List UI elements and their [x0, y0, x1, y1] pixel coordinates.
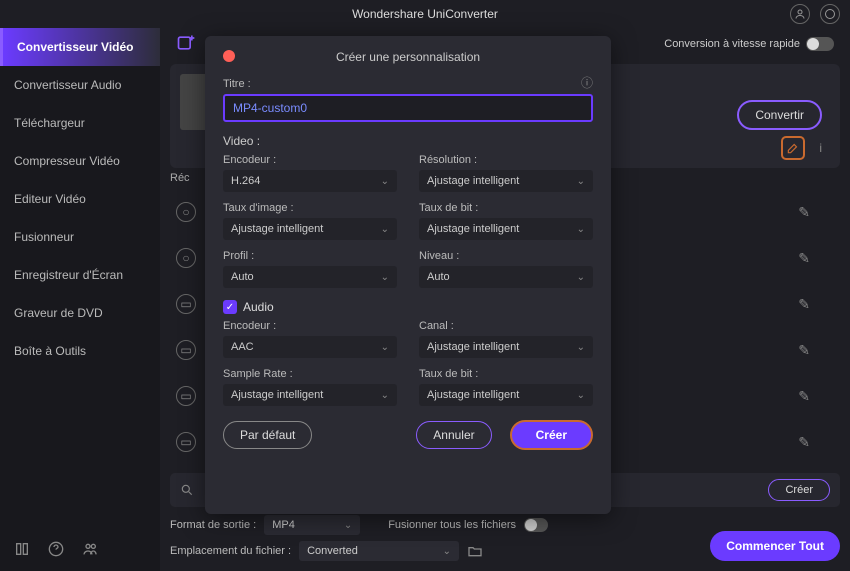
row-icon-6[interactable]: ▭ [176, 432, 196, 452]
start-all-button[interactable]: Commencer Tout [710, 531, 840, 561]
account-icon[interactable] [790, 4, 810, 24]
format-label: Format de sortie : [170, 519, 256, 531]
row-edit-3[interactable]: ✎ [798, 296, 810, 313]
sidebar-item-toolbox[interactable]: Boîte à Outils [0, 332, 160, 370]
row-icon-5[interactable]: ▭ [176, 386, 196, 406]
niveau-label: Niveau : [419, 250, 593, 262]
close-icon[interactable] [223, 50, 235, 62]
sidebar-item-compressor[interactable]: Compresseur Vidéo [0, 142, 160, 180]
guide-icon[interactable] [14, 541, 30, 557]
open-folder-icon[interactable] [467, 543, 483, 559]
sidebar: Convertisseur Vidéo Convertisseur Audio … [0, 28, 160, 571]
encoder-select[interactable]: H.264 [223, 170, 397, 192]
sidebar-item-audio-converter[interactable]: Convertisseur Audio [0, 66, 160, 104]
search-icon[interactable] [180, 483, 194, 497]
merge-toggle[interactable] [524, 518, 548, 532]
titre-label: Titre : [223, 78, 593, 90]
framerate-label: Taux d'image : [223, 202, 397, 214]
help-icon[interactable] [48, 541, 64, 557]
cancel-button[interactable]: Annuler [416, 421, 491, 449]
modal-title: Créer une personnalisation [336, 50, 480, 64]
audio-bitrate-select[interactable]: Ajustage intelligent [419, 384, 593, 406]
fast-conversion-toggle[interactable] [806, 37, 834, 51]
canal-select[interactable]: Ajustage intelligent [419, 336, 593, 358]
convert-button[interactable]: Convertir [737, 100, 822, 130]
custom-preset-modal: Créer une personnalisation ⓘ Titre : Vid… [205, 36, 611, 514]
audio-check-label: Audio [243, 300, 274, 314]
default-button[interactable]: Par défaut [223, 421, 312, 449]
sidebar-item-dvd-burner[interactable]: Graveur de DVD [0, 294, 160, 332]
edit-preset-icon[interactable] [781, 136, 805, 160]
row-edit-1[interactable]: ✎ [798, 204, 810, 221]
row-icon-3[interactable]: ▭ [176, 294, 196, 314]
canal-label: Canal : [419, 320, 593, 332]
audio-encoder-select[interactable]: AAC [223, 336, 397, 358]
merge-label: Fusionner tous les fichiers [388, 519, 516, 531]
community-icon[interactable] [82, 541, 98, 557]
create-button[interactable]: Créer [510, 420, 593, 450]
niveau-select[interactable]: Auto [419, 266, 593, 288]
titre-input[interactable] [223, 94, 593, 122]
profil-label: Profil : [223, 250, 397, 262]
video-section-label: Video : [223, 134, 593, 148]
sidebar-item-downloader[interactable]: Téléchargeur [0, 104, 160, 142]
audio-bitrate-label: Taux de bit : [419, 368, 593, 380]
fast-conversion-label: Conversion à vitesse rapide [664, 38, 800, 50]
sidebar-item-editor[interactable]: Editeur Vidéo [0, 180, 160, 218]
profil-select[interactable]: Auto [223, 266, 397, 288]
output-location-select[interactable]: Converted [299, 541, 459, 561]
app-title: Wondershare UniConverter [352, 7, 498, 21]
row-icon-1[interactable]: ○ [176, 202, 196, 222]
audio-encoder-label: Encodeur : [223, 320, 397, 332]
row-icon-4[interactable]: ▭ [176, 340, 196, 360]
info-icon[interactable]: i [819, 141, 822, 155]
resolution-label: Résolution : [419, 154, 593, 166]
location-label: Emplacement du fichier : [170, 545, 291, 557]
row-edit-2[interactable]: ✎ [798, 250, 810, 267]
feedback-icon[interactable] [820, 4, 840, 24]
row-icon-2[interactable]: ○ [176, 248, 196, 268]
sidebar-item-screen-recorder[interactable]: Enregistreur d'Écran [0, 256, 160, 294]
add-file-icon[interactable] [176, 33, 198, 55]
audio-checkbox[interactable]: ✓ [223, 300, 237, 314]
bitrate-select[interactable]: Ajustage intelligent [419, 218, 593, 240]
bitrate-label: Taux de bit : [419, 202, 593, 214]
encoder-label: Encodeur : [223, 154, 397, 166]
samplerate-select[interactable]: Ajustage intelligent [223, 384, 397, 406]
row-edit-4[interactable]: ✎ [798, 342, 810, 359]
resolution-select[interactable]: Ajustage intelligent [419, 170, 593, 192]
output-format-select[interactable]: MP4 [264, 515, 360, 535]
samplerate-label: Sample Rate : [223, 368, 397, 380]
row-edit-5[interactable]: ✎ [798, 388, 810, 405]
row-edit-6[interactable]: ✎ [798, 434, 810, 451]
create-preset-button[interactable]: Créer [768, 479, 830, 501]
sidebar-item-video-converter[interactable]: Convertisseur Vidéo [0, 28, 160, 66]
title-bar: Wondershare UniConverter [0, 0, 850, 28]
modal-help-icon[interactable]: ⓘ [581, 74, 593, 91]
framerate-select[interactable]: Ajustage intelligent [223, 218, 397, 240]
sidebar-item-merger[interactable]: Fusionneur [0, 218, 160, 256]
